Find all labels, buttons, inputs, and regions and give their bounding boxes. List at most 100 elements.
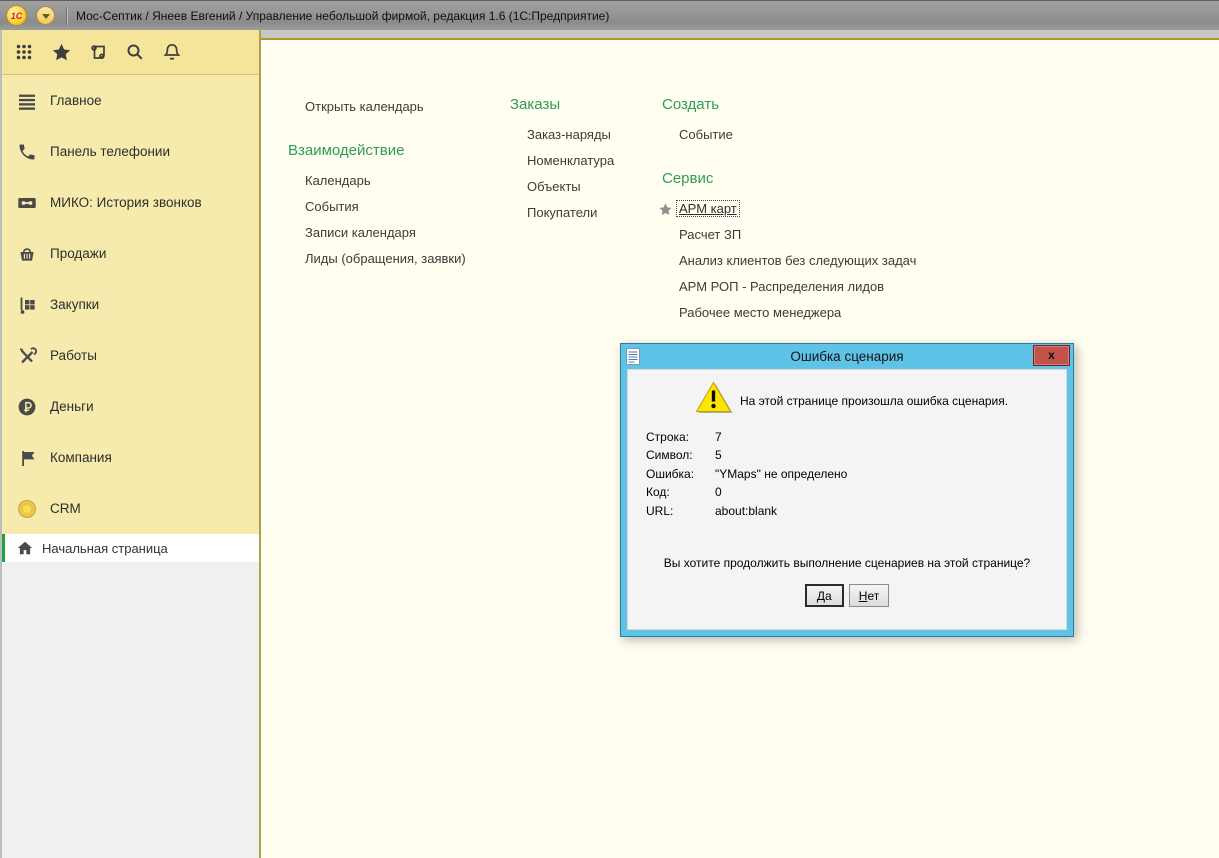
sidebar-item-crm[interactable]: CRM xyxy=(2,483,259,534)
phone-icon xyxy=(15,140,39,164)
app-window: 1С Мос-Септик / Янеев Евгений / Управлен… xyxy=(0,0,1219,858)
link-manager-workplace[interactable]: Рабочее место менеджера xyxy=(662,300,1002,326)
section-header-service: Сервис xyxy=(662,168,1002,190)
cassette-icon xyxy=(15,191,39,215)
sidebar-nav: Главное Панель телефонии xyxy=(2,75,259,534)
sidebar-footer-area xyxy=(2,562,259,858)
yes-button-rest: а xyxy=(825,589,832,603)
coin-circle-icon xyxy=(15,497,39,521)
link-client-analysis[interactable]: Анализ клиентов без следующих задач xyxy=(662,248,1002,274)
field-value: 7 xyxy=(715,428,722,446)
sidebar-item-raboty[interactable]: Работы xyxy=(2,330,259,381)
link-events[interactable]: События xyxy=(288,194,508,220)
sidebar: Главное Панель телефонии xyxy=(0,30,261,858)
sidebar-item-label: Продажи xyxy=(50,246,106,261)
link-arm-kart[interactable]: АРМ карт xyxy=(677,201,739,216)
sidebar-item-zakupki[interactable]: Закупки xyxy=(2,279,259,330)
favorite-star-icon[interactable] xyxy=(658,202,673,217)
menu-lines-icon xyxy=(15,89,39,113)
favorites-star-icon[interactable] xyxy=(49,40,73,64)
home-icon xyxy=(16,539,34,557)
dialog-titlebar[interactable]: Ошибка сценария x xyxy=(621,344,1073,369)
sidebar-item-home[interactable]: Начальная страница xyxy=(2,534,259,562)
dialog-title: Ошибка сценария xyxy=(621,349,1073,364)
field-row-line: Строка: 7 xyxy=(646,428,847,446)
link-event-create[interactable]: Событие xyxy=(662,122,1002,148)
field-value: 0 xyxy=(715,483,722,501)
sidebar-item-label: Закупки xyxy=(50,297,99,312)
warning-icon xyxy=(694,380,734,416)
sidebar-item-kompania[interactable]: Компания xyxy=(2,432,259,483)
field-value: about:blank xyxy=(715,502,777,520)
field-label: Ошибка: xyxy=(646,465,715,483)
sidebar-item-telefonia[interactable]: Панель телефонии xyxy=(2,126,259,177)
link-work-orders[interactable]: Заказ-наряды xyxy=(510,122,660,148)
main-top-line xyxy=(261,38,1219,40)
section-header-create: Создать xyxy=(662,94,1002,116)
field-value: 5 xyxy=(715,446,722,464)
search-icon[interactable] xyxy=(123,40,147,64)
history-scroll-icon[interactable] xyxy=(86,40,110,64)
sidebar-item-glavnoe[interactable]: Главное xyxy=(2,75,259,126)
sidebar-item-label: Работы xyxy=(50,348,97,363)
field-row-error: Ошибка: "YMaps" не определено xyxy=(646,465,847,483)
column-orders: Заказы Заказ-наряды Номенклатура Объекты… xyxy=(510,94,660,226)
link-buyers[interactable]: Покупатели xyxy=(510,200,660,226)
flag-icon xyxy=(15,446,39,470)
column-interaction: Открыть календарь Взаимодействие Календа… xyxy=(288,94,508,272)
basket-icon xyxy=(15,242,39,266)
sidebar-item-label: Компания xyxy=(50,450,112,465)
dialog-question: Вы хотите продолжить выполнение сценарие… xyxy=(628,556,1066,570)
link-objects[interactable]: Объекты xyxy=(510,174,660,200)
hand-truck-icon xyxy=(15,293,39,317)
error-details: Строка: 7 Символ: 5 Ошибка: "YMaps" не о… xyxy=(646,428,847,520)
no-button[interactable]: Нет xyxy=(849,584,889,607)
notifications-bell-icon[interactable] xyxy=(160,40,184,64)
sidebar-item-label: МИКО: История звонков xyxy=(50,195,202,210)
close-button[interactable]: x xyxy=(1033,345,1070,366)
1c-logo-icon: 1С xyxy=(6,5,27,26)
yes-button-key: Д xyxy=(817,589,825,603)
link-nomenclature[interactable]: Номенклатура xyxy=(510,148,660,174)
sidebar-item-prodazhi[interactable]: Продажи xyxy=(2,228,259,279)
link-open-calendar[interactable]: Открыть календарь xyxy=(288,94,508,120)
sidebar-item-label: Панель телефонии xyxy=(50,144,170,159)
section-header-interaction: Взаимодействие xyxy=(288,140,508,162)
sidebar-item-label: CRM xyxy=(50,501,81,516)
logo-text: 1С xyxy=(11,11,23,21)
window-title: Мос-Септик / Янеев Евгений / Управление … xyxy=(76,9,609,23)
dialog-body: На этой странице произошла ошибка сценар… xyxy=(627,369,1067,630)
sidebar-item-label: Главное xyxy=(50,93,102,108)
field-row-code: Код: 0 xyxy=(646,483,847,501)
field-label: Код: xyxy=(646,483,715,501)
error-message: На этой странице произошла ошибка сценар… xyxy=(740,394,1008,408)
field-label: Символ: xyxy=(646,446,715,464)
field-label: Строка: xyxy=(646,428,715,446)
sidebar-item-miko-history[interactable]: МИКО: История звонков xyxy=(2,177,259,228)
main-menu-dropdown-button[interactable] xyxy=(36,6,55,25)
script-error-dialog: Ошибка сценария x На этой странице произ… xyxy=(620,343,1074,637)
titlebar: 1С Мос-Септик / Янеев Евгений / Управлен… xyxy=(0,0,1219,30)
section-header-orders: Заказы xyxy=(510,94,660,116)
no-button-rest: ет xyxy=(867,589,879,603)
dialog-buttons: Да Нет xyxy=(628,584,1066,607)
field-row-char: Символ: 5 xyxy=(646,446,847,464)
ruble-coin-icon xyxy=(15,395,39,419)
link-row-arm-kart: АРМ карт xyxy=(662,196,1002,222)
sidebar-item-label: Деньги xyxy=(50,399,94,414)
home-label: Начальная страница xyxy=(42,541,168,556)
field-row-url: URL: about:blank xyxy=(646,502,847,520)
link-salary-calc[interactable]: Расчет ЗП xyxy=(662,222,1002,248)
titlebar-divider xyxy=(66,7,67,25)
link-calendar[interactable]: Календарь xyxy=(288,168,508,194)
main-top-strip xyxy=(261,30,1219,38)
link-calendar-records[interactable]: Записи календаря xyxy=(288,220,508,246)
tools-icon xyxy=(15,344,39,368)
sidebar-item-dengi[interactable]: Деньги xyxy=(2,381,259,432)
field-value: "YMaps" не определено xyxy=(715,465,847,483)
link-leads[interactable]: Лиды (обращения, заявки) xyxy=(288,246,508,272)
column-create-service: Создать Событие Сервис АРМ карт Расчет З… xyxy=(662,94,1002,326)
yes-button[interactable]: Да xyxy=(805,584,844,607)
apps-grid-icon[interactable] xyxy=(12,40,36,64)
link-arm-rop[interactable]: АРМ РОП - Распределения лидов xyxy=(662,274,1002,300)
